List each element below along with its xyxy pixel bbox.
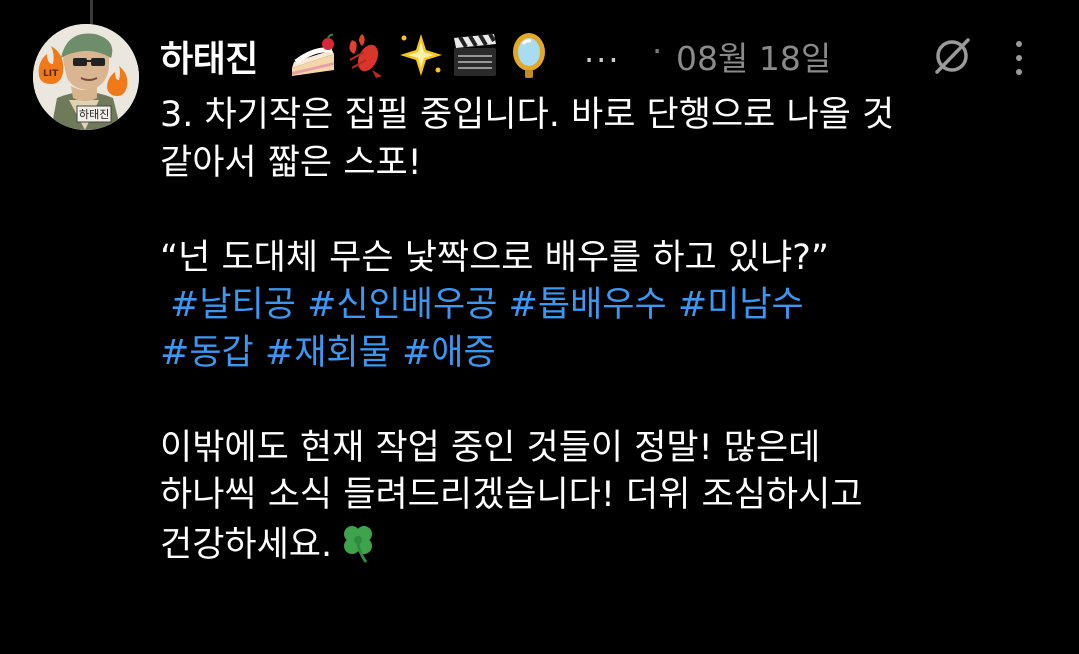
author-name[interactable]: 하태진 bbox=[160, 30, 258, 82]
hashtag-row: #날티공 #신인배우공 #톱배우수 #미남수 bbox=[160, 282, 1060, 330]
hashtag-link[interactable]: #미남수 bbox=[678, 285, 804, 325]
more-options-icon[interactable] bbox=[1012, 36, 1026, 80]
post-text-line: 건강하세요. bbox=[160, 520, 1060, 568]
mute-icon[interactable] bbox=[930, 34, 974, 78]
post-text-final: 건강하세요. bbox=[160, 524, 333, 565]
clapper-board-icon bbox=[454, 33, 496, 76]
lobster-icon bbox=[349, 34, 382, 78]
hashtag-link[interactable]: #애증 bbox=[402, 333, 496, 373]
hashtag-link[interactable]: #동갑 bbox=[160, 333, 254, 373]
post-text-line: 같아서 짧은 스포! bbox=[160, 142, 422, 183]
profile-emoji-row bbox=[288, 28, 554, 82]
four-leaf-clover-icon bbox=[344, 525, 373, 563]
thread-connector-line bbox=[90, 0, 93, 24]
sparkle-star-icon bbox=[400, 34, 442, 76]
avatar[interactable]: LIT 하태진 bbox=[33, 24, 139, 130]
post-body: 3. 차기작은 집필 중입니다. 바로 단행으로 나올 것 같아서 짧은 스포!… bbox=[160, 92, 1060, 567]
cake-icon bbox=[292, 33, 334, 76]
quote-line: “넌 도대체 무슨 낯짝으로 배우를 하고 있냐?” bbox=[160, 237, 829, 278]
mirror-icon bbox=[513, 33, 545, 78]
post-text-line: 이밖에도 현재 작업 중인 것들이 정말! 많은데 bbox=[160, 427, 821, 468]
post-header: 하태진 ... · 08월 18일 bbox=[160, 22, 1060, 86]
hashtag-link[interactable]: #톱배우수 bbox=[509, 285, 667, 325]
hashtag-link[interactable]: #재회물 bbox=[265, 333, 391, 373]
more-emoji-ellipsis: ... bbox=[584, 32, 621, 70]
hashtag-link[interactable]: #신인배우공 bbox=[307, 285, 497, 325]
meta-separator: · bbox=[652, 32, 663, 70]
hashtag-row: #동갑 #재회물 #애증 bbox=[160, 330, 1060, 378]
svg-text:LIT: LIT bbox=[43, 69, 59, 79]
avatar-badge-text: 하태진 bbox=[79, 107, 109, 121]
post-text-line: 하나씩 소식 들려드리겠습니다! 더위 조심하시고 bbox=[160, 475, 863, 515]
post-date: 08월 18일 bbox=[676, 39, 832, 78]
hashtag-link[interactable]: #날티공 bbox=[170, 285, 296, 325]
post-text-line: 3. 차기작은 집필 중입니다. 바로 단행으로 나올 것 bbox=[160, 95, 895, 135]
